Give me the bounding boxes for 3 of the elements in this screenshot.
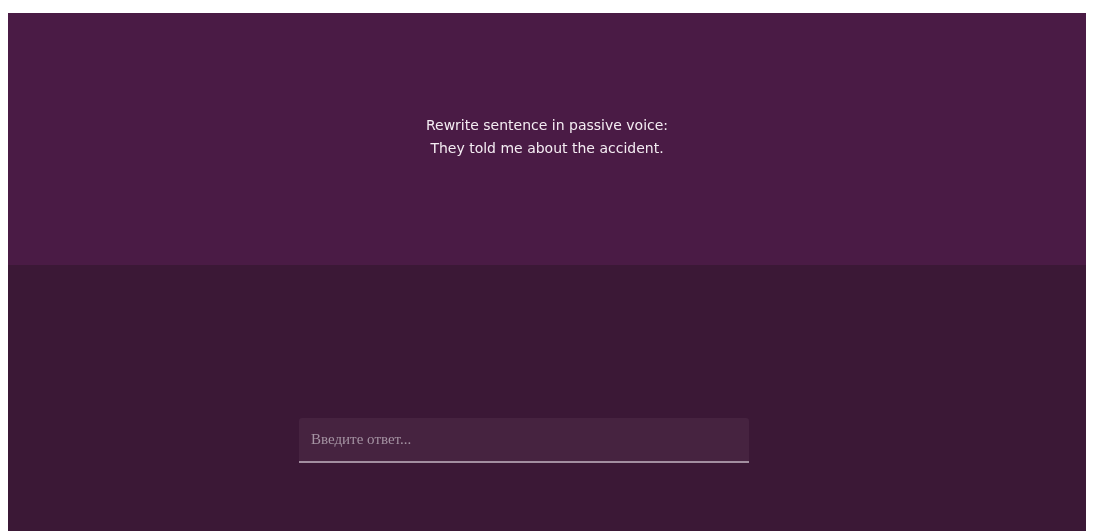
question-text: Rewrite sentence in passive voice: bbox=[425, 116, 669, 135]
answer-field[interactable]: Введите ответ... bbox=[299, 418, 749, 463]
question-text: They told me about the accident. bbox=[430, 139, 664, 158]
